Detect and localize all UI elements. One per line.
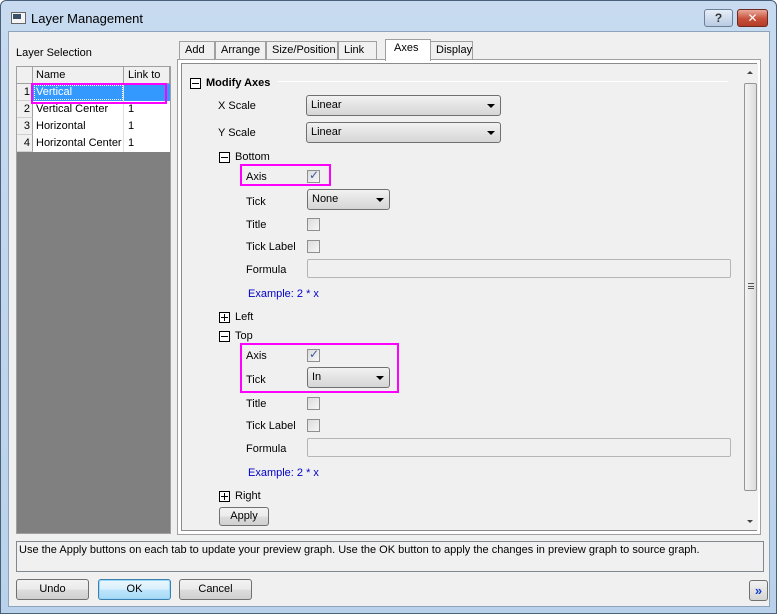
bottom-tick-label-label: Tick Label (246, 241, 296, 253)
collapse-modify-axes-icon[interactable] (190, 78, 201, 89)
cancel-button[interactable]: Cancel (179, 579, 252, 600)
top-formula-input[interactable] (307, 438, 731, 457)
expand-left-icon[interactable] (219, 312, 230, 323)
group-divider (278, 81, 728, 82)
layer-row[interactable]: 1 Vertical (17, 84, 170, 101)
layer-name-cell[interactable]: Vertical (33, 84, 124, 101)
top-formula-example: Example: 2 * x (248, 467, 319, 479)
bottom-formula-input[interactable] (307, 259, 731, 278)
axes-tab-panel: Modify Axes X Scale Linear Y Scale Linea… (177, 59, 761, 535)
layer-grid: Name Link to 1 Vertical 2 Vertical Cente… (16, 66, 171, 534)
top-section-label: Top (235, 330, 253, 342)
window-title: Layer Management (31, 11, 144, 26)
vertical-scrollbar[interactable] (743, 64, 758, 530)
y-scale-value: Linear (311, 126, 342, 138)
tab-axes[interactable]: Axes (385, 39, 431, 61)
x-scale-label: X Scale (218, 100, 256, 112)
y-scale-dropdown[interactable]: Linear (306, 122, 501, 143)
layer-link-cell[interactable] (124, 84, 170, 101)
bottom-tick-dropdown[interactable]: None (307, 189, 390, 210)
app-window-icon (11, 12, 26, 24)
layer-link-cell[interactable]: 1 (124, 101, 170, 118)
bottom-section-label: Bottom (235, 151, 270, 163)
scroll-thumb[interactable] (744, 83, 757, 491)
chevron-down-icon (376, 198, 384, 202)
chevron-down-icon (487, 104, 495, 108)
double-chevron-right-icon: » (754, 583, 763, 598)
apply-button[interactable]: Apply (219, 507, 269, 526)
layer-link-cell[interactable]: 1 (124, 135, 170, 152)
dialog-body: Layer Selection Name Link to 1 Vertical … (8, 31, 770, 607)
close-button[interactable]: ✕ (737, 9, 768, 27)
top-formula-label: Formula (246, 443, 287, 455)
modify-axes-title: Modify Axes (206, 77, 271, 89)
tab-link[interactable]: Link (338, 41, 377, 60)
layer-row[interactable]: 2 Vertical Center 1 (17, 101, 170, 118)
tab-size-position[interactable]: Size/Position (266, 41, 338, 60)
bottom-tick-label: Tick (246, 196, 266, 208)
layer-name-cell[interactable]: Horizontal Center (33, 135, 124, 152)
row-number[interactable]: 2 (17, 101, 33, 118)
expand-right-icon[interactable] (219, 491, 230, 502)
chevron-down-icon (487, 131, 495, 135)
top-tick-label: Tick (246, 374, 266, 386)
layer-link-cell[interactable]: 1 (124, 118, 170, 135)
top-title-label: Title (246, 398, 267, 410)
header-link-to[interactable]: Link to (124, 67, 170, 84)
expand-dialog-button[interactable]: » (749, 580, 768, 601)
tab-display[interactable]: Display (430, 41, 473, 60)
layer-name-cell[interactable]: Vertical Center (33, 101, 124, 118)
grip-icon (748, 283, 754, 289)
scroll-down-arrow-icon[interactable] (747, 520, 753, 523)
row-number[interactable]: 1 (17, 84, 33, 101)
bottom-tick-label-checkbox[interactable] (307, 240, 320, 253)
bottom-formula-example: Example: 2 * x (248, 288, 319, 300)
grid-header: Name Link to (17, 67, 170, 84)
top-tick-label-label: Tick Label (246, 420, 296, 432)
scroll-up-arrow-icon[interactable] (747, 71, 753, 74)
title-bar[interactable]: Layer Management ? ✕ (1, 1, 776, 31)
layer-row[interactable]: 4 Horizontal Center 1 (17, 135, 170, 152)
layer-management-dialog: Layer Management ? ✕ Layer Selection Nam… (0, 0, 777, 614)
top-tick-value: In (312, 371, 322, 383)
top-tick-dropdown[interactable]: In (307, 367, 390, 388)
bottom-title-label: Title (246, 219, 267, 231)
layer-name-cell[interactable]: Horizontal (33, 118, 124, 135)
layer-row[interactable]: 3 Horizontal 1 (17, 118, 170, 135)
collapse-bottom-icon[interactable] (219, 152, 230, 163)
axes-settings-scroll-area: Modify Axes X Scale Linear Y Scale Linea… (181, 63, 758, 531)
header-name[interactable]: Name (33, 67, 124, 84)
bottom-formula-label: Formula (246, 264, 287, 276)
top-title-checkbox[interactable] (307, 397, 320, 410)
x-scale-value: Linear (311, 99, 342, 111)
undo-button[interactable]: Undo (16, 579, 89, 600)
top-tick-label-checkbox[interactable] (307, 419, 320, 432)
ok-button[interactable]: OK (98, 579, 171, 600)
row-number[interactable]: 4 (17, 135, 33, 152)
tab-add[interactable]: Add (179, 41, 215, 60)
help-button[interactable]: ? (704, 9, 733, 27)
left-section-label: Left (235, 311, 254, 323)
bottom-title-checkbox[interactable] (307, 218, 320, 231)
right-section-label: Right (235, 490, 261, 502)
top-axis-label: Axis (246, 350, 267, 362)
x-scale-dropdown[interactable]: Linear (306, 95, 501, 116)
collapse-top-icon[interactable] (219, 331, 230, 342)
status-message: Use the Apply buttons on each tab to upd… (16, 541, 764, 572)
layer-selection-label: Layer Selection (16, 47, 92, 59)
row-number[interactable]: 3 (17, 118, 33, 135)
bottom-tick-value: None (312, 193, 339, 205)
bottom-axis-checkbox[interactable] (307, 168, 320, 183)
bottom-axis-label: Axis (246, 171, 267, 183)
chevron-down-icon (376, 376, 384, 380)
top-axis-checkbox[interactable] (307, 347, 320, 362)
header-corner (17, 67, 33, 84)
tab-arrange[interactable]: Arrange (215, 41, 266, 60)
y-scale-label: Y Scale (218, 127, 256, 139)
